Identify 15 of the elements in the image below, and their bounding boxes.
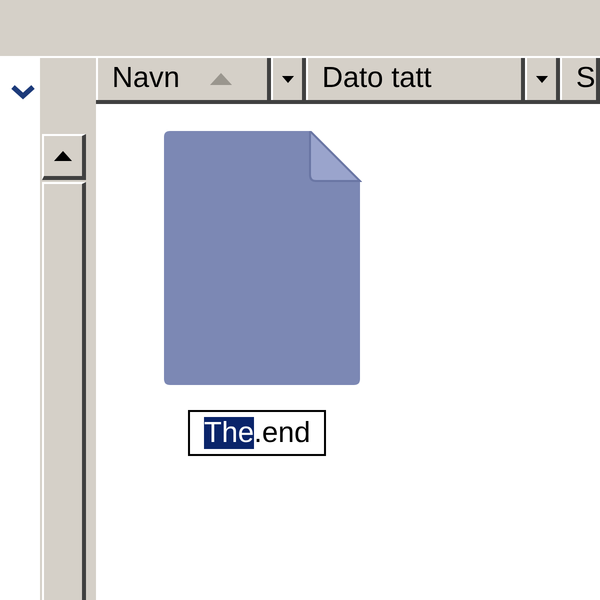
- rename-field[interactable]: The.end: [188, 410, 326, 456]
- scroll-up-button[interactable]: [42, 134, 86, 180]
- column-header[interactable]: Dato tatt: [306, 58, 525, 100]
- caret-icon: [536, 76, 548, 82]
- column-dropdown-button[interactable]: [525, 58, 560, 100]
- chevron-down-icon[interactable]: [10, 84, 36, 100]
- up-arrow-icon: [54, 151, 72, 161]
- selected-text: The: [204, 417, 254, 449]
- column-header[interactable]: Navn: [96, 58, 271, 100]
- filename-extension: .end: [254, 417, 310, 449]
- caret-icon: [282, 76, 294, 82]
- column-header[interactable]: S: [560, 58, 600, 100]
- file-icon: [164, 131, 362, 385]
- column-dropdown-button[interactable]: [271, 58, 306, 100]
- scrollbar-thumb[interactable]: [42, 182, 86, 600]
